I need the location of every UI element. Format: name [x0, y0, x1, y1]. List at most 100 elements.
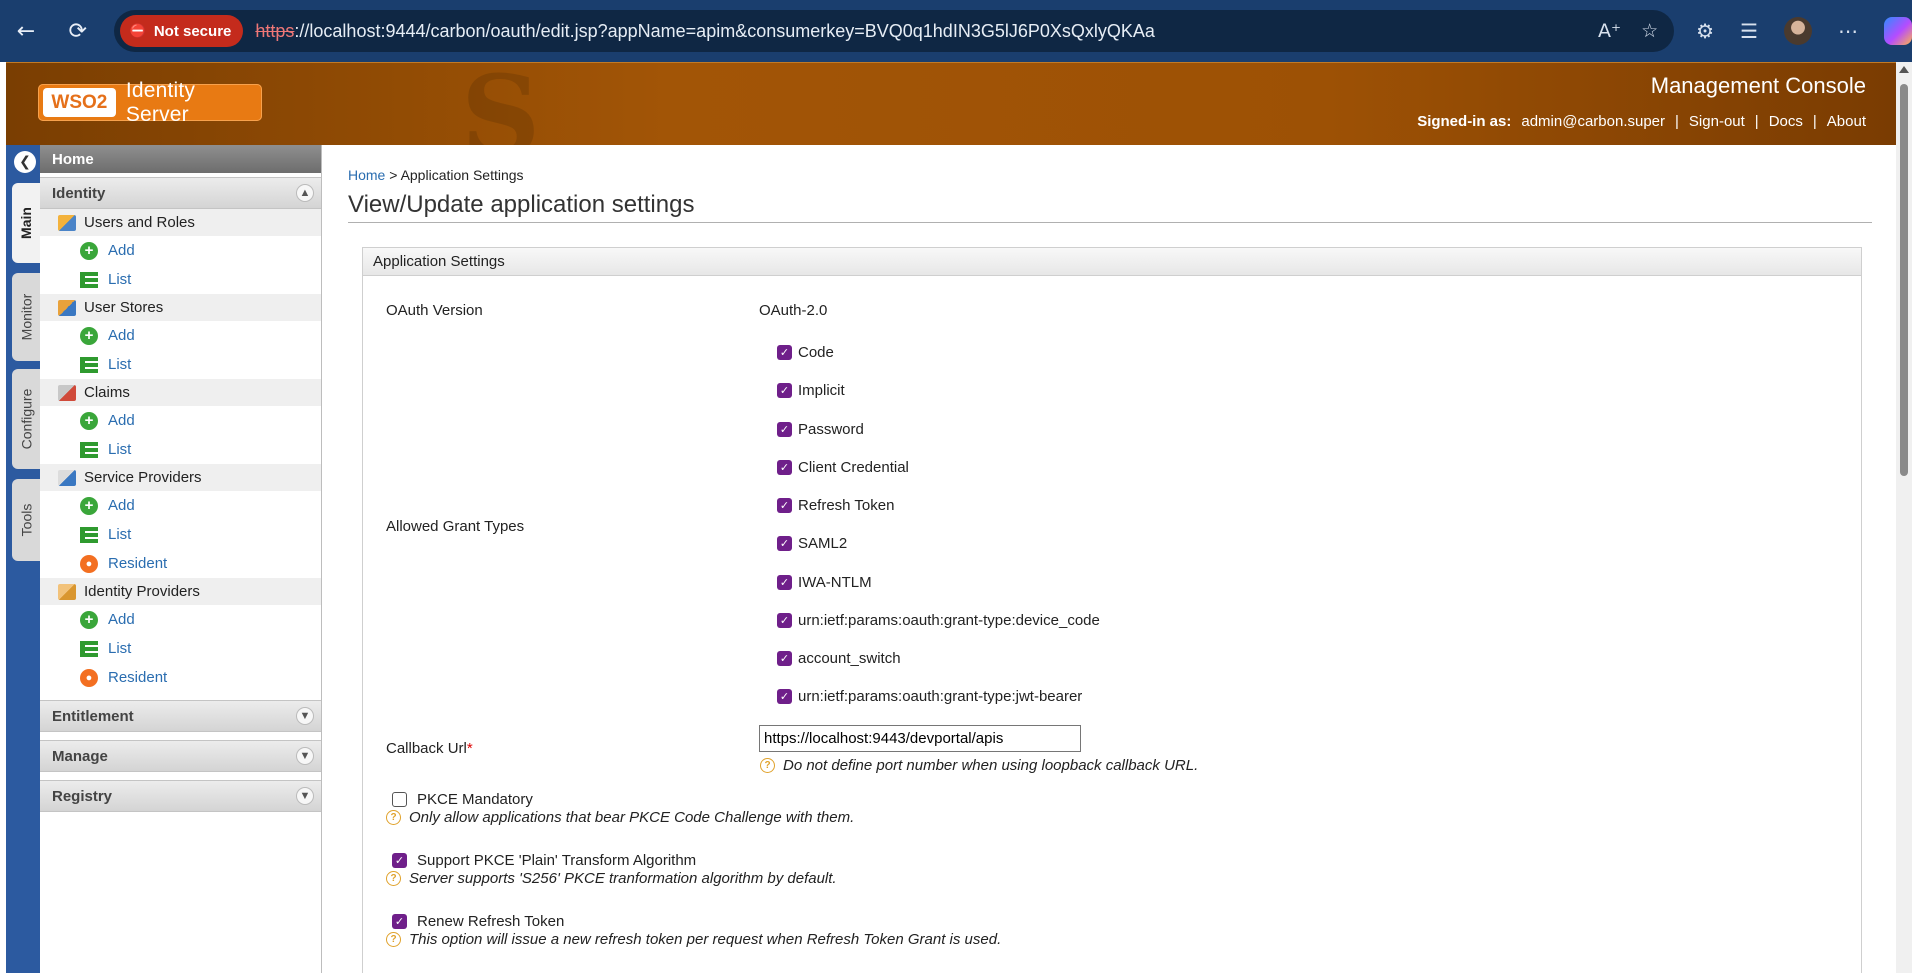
- scroll-up-icon[interactable]: [1899, 66, 1909, 73]
- service-providers-icon: [58, 469, 76, 486]
- chevron-down-icon[interactable]: ▼: [296, 787, 314, 805]
- tab-configure[interactable]: Configure: [12, 369, 40, 469]
- not-secure-badge[interactable]: ⛔ Not secure: [119, 15, 244, 47]
- grant-type-row[interactable]: ✓ Refresh Token: [777, 497, 894, 514]
- menu-section-registry[interactable]: Registry ▼: [40, 780, 321, 812]
- vertical-tab-strip: ❮ Main Monitor Configure Tools: [6, 145, 40, 973]
- grant-type-row[interactable]: ✓ urn:ietf:params:oauth:grant-type:device…: [777, 612, 1100, 629]
- resident-icon: ●: [80, 554, 98, 573]
- signed-in-user: admin@carbon.super: [1521, 113, 1666, 130]
- more-icon[interactable]: ⋯: [1838, 19, 1858, 43]
- favorite-icon[interactable]: ☆: [1641, 20, 1658, 42]
- back-icon[interactable]: ←: [8, 13, 44, 49]
- add-icon: +: [80, 496, 98, 515]
- docs-link[interactable]: Docs: [1769, 113, 1803, 130]
- list-icon: [80, 271, 98, 288]
- user-stores-icon: [58, 299, 76, 316]
- checkbox-unchecked[interactable]: [392, 792, 407, 807]
- chevron-down-icon[interactable]: ▼: [296, 747, 314, 765]
- console-title: Management Console: [1650, 73, 1866, 98]
- page-scrollbar[interactable]: [1896, 62, 1912, 973]
- checkbox-checked[interactable]: ✓: [777, 536, 792, 551]
- callback-url-input[interactable]: [759, 725, 1081, 752]
- grant-type-row[interactable]: ✓ urn:ietf:params:oauth:grant-type:jwt-be…: [777, 688, 1082, 705]
- checkbox-checked[interactable]: ✓: [777, 345, 792, 360]
- tab-monitor[interactable]: Monitor: [12, 273, 40, 361]
- sp-list-link[interactable]: List: [40, 520, 321, 549]
- menu-section-manage[interactable]: Manage ▼: [40, 740, 321, 772]
- menu-home[interactable]: Home: [40, 145, 321, 173]
- url-text[interactable]: https://localhost:9444/carbon/oauth/edit…: [255, 21, 1155, 42]
- oauth-version-value: OAuth-2.0: [759, 302, 828, 319]
- extensions-icon[interactable]: ⚙: [1696, 19, 1714, 43]
- tab-main[interactable]: Main: [12, 183, 40, 263]
- checkbox-checked[interactable]: ✓: [777, 460, 792, 475]
- checkbox-checked[interactable]: ✓: [777, 575, 792, 590]
- help-icon: ?: [386, 932, 401, 947]
- wso2-logo[interactable]: WSO2 Identity Server: [38, 79, 262, 126]
- header-watermark: S: [461, 62, 541, 145]
- renew-refresh-row[interactable]: ✓ Renew Refresh Token: [392, 913, 564, 930]
- checkbox-checked[interactable]: ✓: [777, 613, 792, 628]
- list-icon: [80, 441, 98, 458]
- favorites-list-icon[interactable]: ☰: [1740, 19, 1758, 43]
- profile-avatar[interactable]: [1784, 17, 1812, 45]
- checkbox-checked[interactable]: ✓: [392, 914, 407, 929]
- panel-title: Application Settings: [363, 248, 1861, 276]
- add-icon: +: [80, 411, 98, 430]
- menu-section-identity[interactable]: Identity ▲: [40, 177, 321, 209]
- idp-resident-link[interactable]: ● Resident: [40, 663, 321, 692]
- claims-icon: [58, 384, 76, 401]
- list-icon: [80, 640, 98, 657]
- tab-tools[interactable]: Tools: [12, 479, 40, 561]
- breadcrumb: Home > Application Settings: [348, 167, 524, 183]
- stores-list-link[interactable]: List: [40, 350, 321, 379]
- checkbox-checked[interactable]: ✓: [777, 651, 792, 666]
- pkce-plain-row[interactable]: ✓ Support PKCE 'Plain' Transform Algorith…: [392, 852, 696, 869]
- url-protocol: https: [255, 20, 295, 41]
- breadcrumb-home-link[interactable]: Home: [348, 167, 385, 183]
- idp-add-link[interactable]: + Add: [40, 605, 321, 634]
- checkbox-checked[interactable]: ✓: [777, 689, 792, 704]
- grant-type-row[interactable]: ✓ Password: [777, 421, 864, 438]
- grant-type-row[interactable]: ✓ account_switch: [777, 650, 901, 667]
- grant-type-row[interactable]: ✓ Implicit: [777, 382, 845, 399]
- stores-add-link[interactable]: + Add: [40, 321, 321, 350]
- about-link[interactable]: About: [1827, 113, 1866, 130]
- claims-list-link[interactable]: List: [40, 435, 321, 464]
- menu-section-entitlement[interactable]: Entitlement ▼: [40, 700, 321, 732]
- sp-add-link[interactable]: + Add: [40, 491, 321, 520]
- logo-brand: WSO2: [43, 88, 116, 117]
- idp-list-link[interactable]: List: [40, 634, 321, 663]
- read-aloud-icon[interactable]: A⁺: [1598, 20, 1621, 42]
- grant-type-row[interactable]: ✓ Client Credential: [777, 459, 909, 476]
- copilot-icon[interactable]: [1884, 17, 1912, 45]
- chevron-up-icon[interactable]: ▲: [296, 184, 314, 202]
- grant-type-row[interactable]: ✓ Code: [777, 344, 834, 361]
- grant-type-row[interactable]: ✓ IWA-NTLM: [777, 574, 872, 591]
- sp-resident-link[interactable]: ● Resident: [40, 549, 321, 578]
- address-bar[interactable]: ⛔ Not secure https://localhost:9444/carb…: [113, 10, 1675, 52]
- logo-product: Identity Server: [125, 78, 196, 126]
- scroll-thumb[interactable]: [1900, 84, 1908, 476]
- header-links: Signed-in as: admin@carbon.super | Sign-…: [1417, 113, 1866, 130]
- grant-types-label: Allowed Grant Types: [386, 518, 525, 535]
- signout-link[interactable]: Sign-out: [1689, 113, 1745, 130]
- reload-icon[interactable]: ⟳: [60, 13, 96, 49]
- claims-add-link[interactable]: + Add: [40, 406, 321, 435]
- pkce-mandatory-row[interactable]: PKCE Mandatory: [392, 791, 533, 808]
- checkbox-checked[interactable]: ✓: [777, 422, 792, 437]
- resident-icon: ●: [80, 668, 98, 687]
- users-icon: [58, 214, 76, 231]
- checkbox-checked[interactable]: ✓: [777, 498, 792, 513]
- users-add-link[interactable]: + Add: [40, 236, 321, 265]
- add-icon: +: [80, 241, 98, 260]
- chevron-down-icon[interactable]: ▼: [296, 707, 314, 725]
- checkbox-checked[interactable]: ✓: [392, 853, 407, 868]
- checkbox-checked[interactable]: ✓: [777, 383, 792, 398]
- pkce-plain-help: ? Server supports 'S256' PKCE tranformati…: [386, 870, 837, 887]
- collapse-menu-icon[interactable]: ❮: [14, 151, 36, 173]
- grant-type-row[interactable]: ✓ SAML2: [777, 535, 847, 552]
- browser-toolbar: ← ⟳ ⛔ Not secure https://localhost:9444/…: [0, 0, 1912, 62]
- users-list-link[interactable]: List: [40, 265, 321, 294]
